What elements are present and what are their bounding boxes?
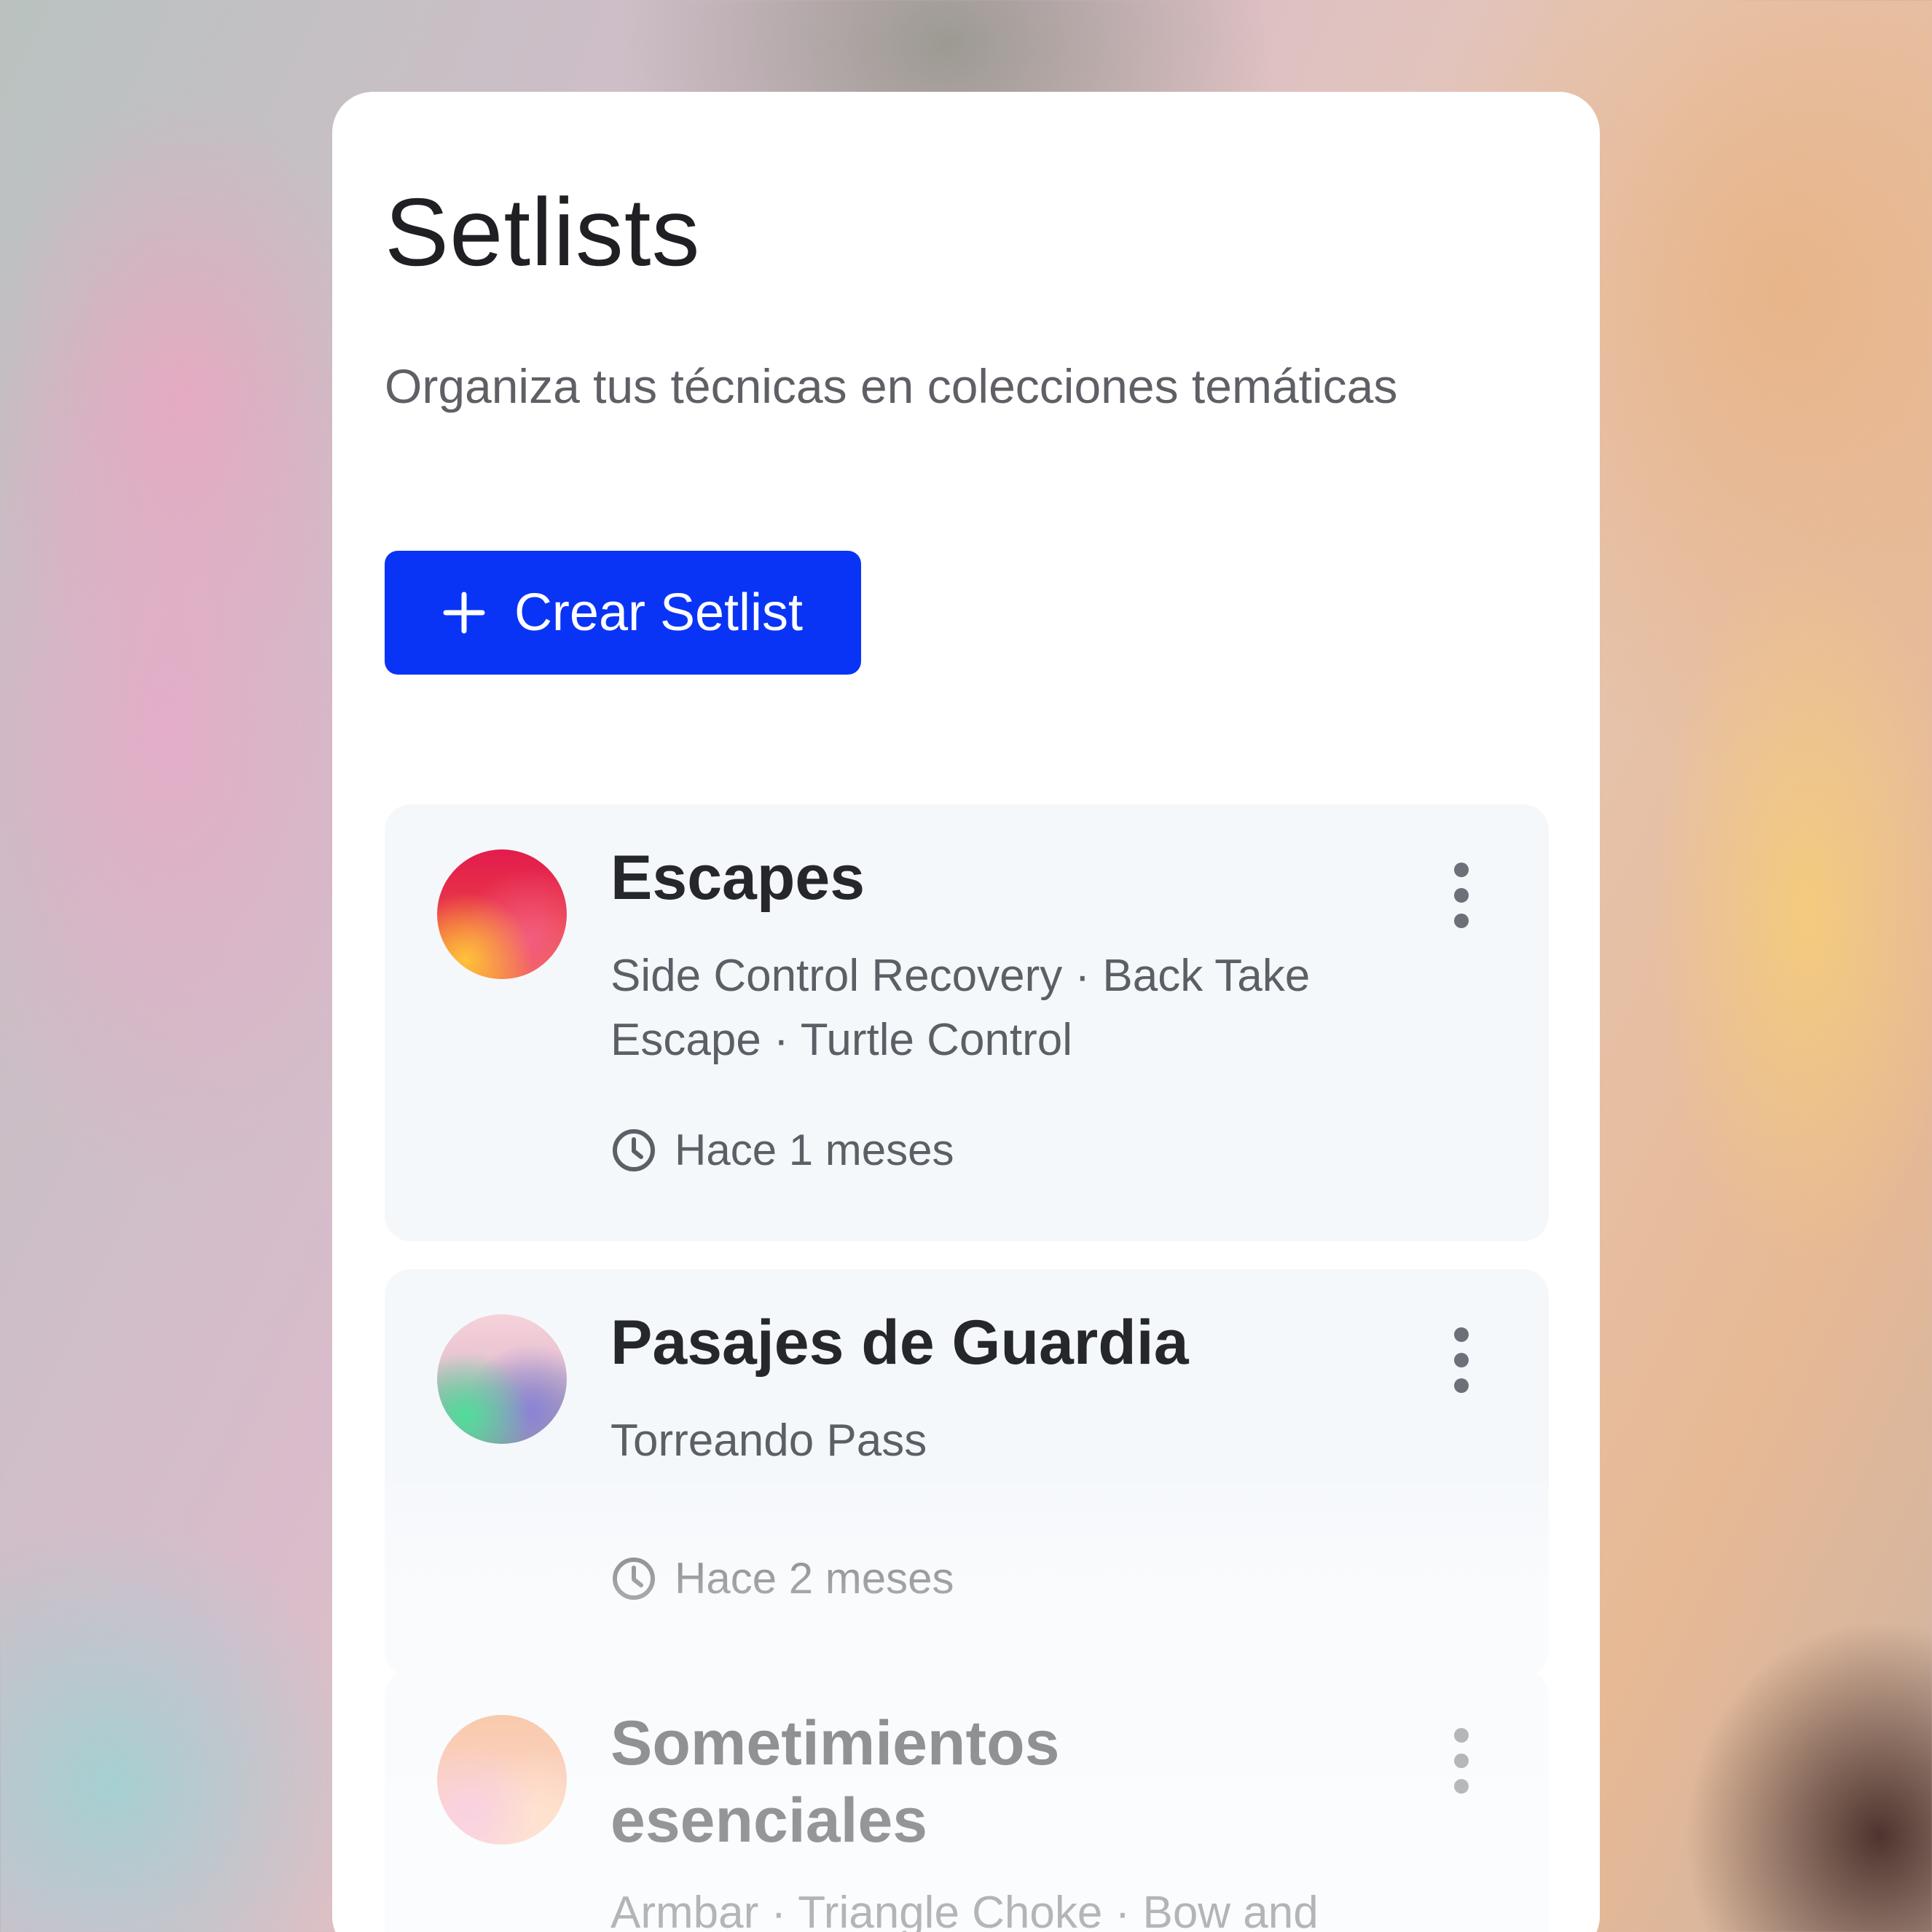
menu-dot (1454, 863, 1469, 877)
menu-dot (1454, 1378, 1469, 1393)
menu-dot (1454, 1779, 1469, 1794)
setlist-updated-text: Hace 1 meses (675, 1126, 954, 1174)
plus-icon (443, 592, 485, 634)
menu-dot (1454, 1754, 1469, 1768)
setlist-cover (437, 1314, 567, 1444)
page-title: Setlists (385, 178, 701, 286)
setlist-updated-text: Hace 2 meses (675, 1554, 954, 1603)
setlist-item-escapes[interactable]: Escapes Side Control Recovery · Back Tak… (385, 804, 1549, 1241)
setlist-cover (437, 1715, 567, 1845)
setlist-cover (437, 849, 567, 979)
more-vertical-icon[interactable] (1447, 1728, 1476, 1794)
clock-icon (613, 1557, 655, 1600)
page-subtitle: Organiza tus técnicas en colecciones tem… (385, 359, 1398, 413)
menu-dot (1454, 914, 1469, 928)
setlist-item-pasajes-de-guardia[interactable]: Pasajes de Guardia Torreando Pass Hace 2… (385, 1269, 1549, 1677)
menu-dot (1454, 888, 1469, 903)
setlist-updated: Hace 1 meses (610, 1125, 954, 1175)
more-vertical-icon[interactable] (1447, 1327, 1476, 1393)
setlist-item-sometimientos-esenciales[interactable]: Sometimientos esenciales Armbar · Triang… (385, 1670, 1549, 1932)
setlist-name: Sometimientos esenciales (610, 1708, 1060, 1856)
menu-dot (1454, 1327, 1469, 1342)
setlist-name: Pasajes de Guardia (610, 1308, 1189, 1378)
setlist-techniques: Torreando Pass (610, 1415, 927, 1466)
setlists-panel: Setlists Organiza tus técnicas en colecc… (332, 92, 1600, 1932)
menu-dot (1454, 1728, 1469, 1743)
setlist-techniques: Armbar · Triangle Choke · Bow and (610, 1888, 1319, 1932)
clock-icon (613, 1128, 655, 1171)
setlist-name: Escapes (610, 843, 865, 913)
create-setlist-label: Crear Setlist (514, 584, 804, 642)
menu-dot (1454, 1353, 1469, 1367)
setlist-updated: Hace 2 meses (610, 1553, 954, 1603)
setlist-techniques: Side Control Recovery · Back Take Escape… (610, 951, 1311, 1065)
more-vertical-icon[interactable] (1447, 863, 1476, 928)
create-setlist-button[interactable]: Crear Setlist (385, 551, 861, 675)
